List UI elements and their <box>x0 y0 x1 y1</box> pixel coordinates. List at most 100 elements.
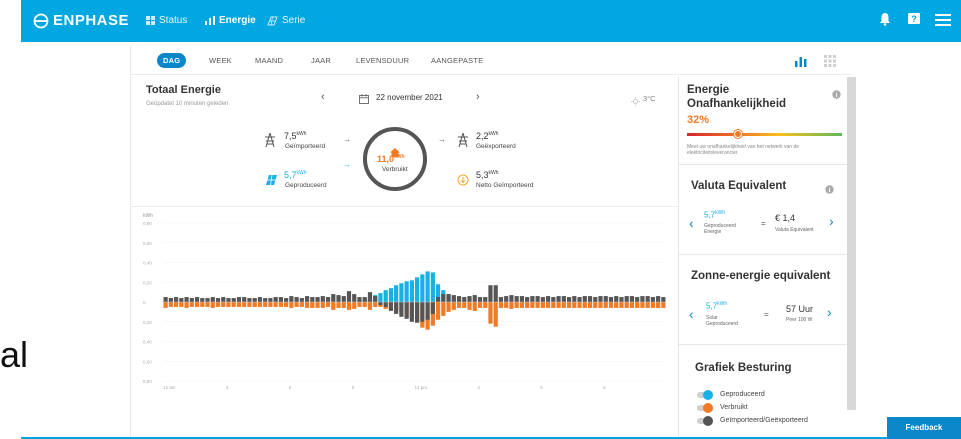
chart-bar <box>540 302 545 308</box>
help-icon[interactable]: ? <box>907 12 921 31</box>
energy-title: Totaal Energie <box>146 84 221 96</box>
solar-panel-icon <box>267 16 278 25</box>
chart-bar <box>257 297 263 302</box>
prev-date-button[interactable]: ‹ <box>321 91 325 103</box>
chart-bar <box>315 302 320 308</box>
chart-bar <box>441 294 446 302</box>
solar-equals: = <box>764 310 769 319</box>
chart-bar <box>593 302 598 308</box>
chart-bar <box>519 296 525 302</box>
enphase-logo[interactable]: ENPHASE <box>33 12 129 29</box>
nav-serie[interactable]: Serie <box>266 15 305 26</box>
y-tick-label: 0,60 <box>143 241 152 246</box>
chart-bar <box>593 297 598 302</box>
calendar-icon[interactable] <box>359 91 369 109</box>
nav-status[interactable]: Status <box>146 15 187 26</box>
chart-bar <box>278 302 283 307</box>
tab-week[interactable]: WEEK <box>209 56 232 65</box>
y-tick-label: 0,20 <box>143 280 152 285</box>
chart-bar <box>629 296 635 302</box>
net-import-icon <box>457 173 469 191</box>
chart-bar <box>409 280 414 302</box>
toggle-consumed[interactable]: Verbruikt <box>697 402 748 413</box>
currency-unit: kWh <box>715 210 726 216</box>
chart-bar <box>656 302 661 308</box>
info-icon[interactable]: i <box>832 86 841 104</box>
chart-bar <box>278 297 283 302</box>
tab-jaar[interactable]: JAAR <box>311 56 331 65</box>
bell-icon[interactable] <box>879 12 891 31</box>
produced-unit: kWh <box>296 170 307 176</box>
toggle-produced[interactable]: Geproduceerd <box>697 389 765 400</box>
y-axis-label: kWh <box>143 213 153 219</box>
chart-bar <box>456 302 462 308</box>
solar-number: 5,7 <box>706 301 718 311</box>
chart-bar <box>383 290 388 302</box>
current-date[interactable]: 22 november 2021 <box>376 93 443 102</box>
chart-bar <box>603 302 608 308</box>
sidebar-scrollbar[interactable] <box>847 77 856 410</box>
x-tick-label: 12 pm <box>415 385 428 390</box>
chart-bar <box>163 297 168 302</box>
y-tick-label: 0,40 <box>143 261 152 266</box>
currency-number: 5,7 <box>704 210 716 220</box>
tab-aangepaste[interactable]: AANGEPASTE <box>431 56 483 65</box>
chart-bar <box>635 297 640 302</box>
tab-levensduur[interactable]: LEVENSDUUR <box>356 56 409 65</box>
chart-bar <box>352 294 357 302</box>
chart-bar <box>378 293 383 302</box>
produced-number: 5,7 <box>284 170 297 180</box>
chart-bar <box>341 296 346 302</box>
chart-bar <box>661 302 666 308</box>
chart-bar <box>587 302 593 308</box>
solar-prev-button[interactable]: ‹ <box>689 306 694 322</box>
chart-bar <box>294 302 299 307</box>
chart-bar <box>467 296 472 302</box>
chart-bar <box>415 302 420 323</box>
chart-bar <box>504 302 509 308</box>
chart-bar <box>388 302 394 311</box>
toggle-grid[interactable]: Geïmporteerd/Geëxporteerd <box>697 415 808 426</box>
chart-bar <box>425 302 430 320</box>
chart-bar <box>614 302 619 308</box>
currency-next-button[interactable]: › <box>829 213 834 229</box>
next-date-button[interactable]: › <box>476 91 480 103</box>
chart-bar <box>661 297 666 302</box>
x-tick-label: 6 <box>289 385 292 390</box>
currency-prev-button[interactable]: ‹ <box>689 215 694 231</box>
chart-bar <box>215 298 221 302</box>
chart-bar <box>247 298 252 302</box>
chart-bar <box>247 302 252 307</box>
menu-icon[interactable] <box>935 13 951 32</box>
tab-maand[interactable]: MAAND <box>255 56 283 65</box>
tab-dag[interactable]: DAG <box>157 53 187 68</box>
consumption-circle[interactable]: 11,0kWh Verbruikt <box>363 127 427 191</box>
chart-bar <box>404 281 409 302</box>
chart-bar <box>184 297 189 302</box>
chart-bar <box>210 302 215 308</box>
chart-bar <box>184 302 189 308</box>
currency-title: Valuta Equivalent <box>691 180 787 192</box>
chart-bar <box>174 297 179 302</box>
chart-bar <box>535 296 540 302</box>
grid-view-icon[interactable] <box>824 54 836 72</box>
chart-bar <box>614 296 619 302</box>
nav-energie[interactable]: Energie <box>205 15 256 26</box>
nav-status-label: Status <box>159 15 188 26</box>
chart-bar <box>451 295 456 302</box>
chart-bar <box>608 302 614 308</box>
chart-bar <box>289 296 294 302</box>
solar-next-button[interactable]: › <box>827 304 832 320</box>
chart-bar <box>483 297 488 302</box>
chart-bar <box>509 295 514 302</box>
chart-view-icon[interactable] <box>794 54 808 72</box>
chart-bar <box>561 296 566 302</box>
info-icon[interactable]: i <box>825 181 834 199</box>
chart-bar <box>226 298 231 302</box>
solar-produced-icon <box>264 173 278 191</box>
chart-bar <box>200 298 205 302</box>
energy-chart: kWh 0,80 0,60 0,40 0,20 0 0,20 0,40 0,60 0,80 12 a… <box>143 213 666 390</box>
x-tick-label: 9 <box>352 385 355 390</box>
chart-bar <box>435 302 441 320</box>
feedback-button[interactable]: Feedback <box>887 417 961 439</box>
